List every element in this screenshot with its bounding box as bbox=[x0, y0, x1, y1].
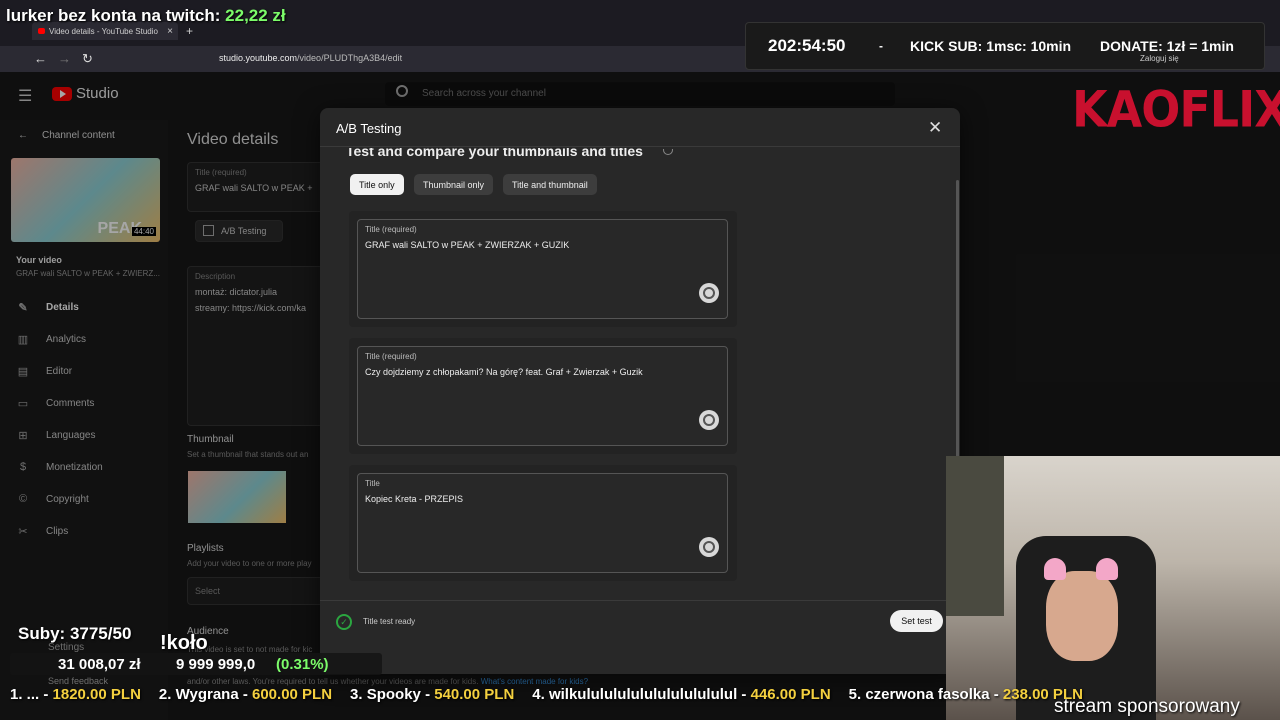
test-status: Title test ready bbox=[363, 617, 416, 626]
url-host: studio.youtube.com bbox=[219, 53, 298, 63]
subs-counter: Suby: 3775/50 bbox=[18, 624, 132, 643]
kick-sub-rate: KICK SUB: 1msc: 10min bbox=[910, 38, 1072, 54]
ticker-name: 5. czerwona fasolka - bbox=[848, 686, 1003, 703]
reload-icon[interactable]: ↻ bbox=[82, 51, 93, 67]
youtube-favicon-icon bbox=[38, 28, 45, 34]
ticker-name: 3. Spooky - bbox=[350, 686, 435, 703]
title-variant-label: Title (required) bbox=[365, 225, 417, 234]
close-dialog-icon[interactable]: ✕ bbox=[928, 118, 942, 138]
webcam-feed bbox=[946, 456, 1280, 720]
lurker-overlay: lurker bez konta na twitch: 22,22 zł bbox=[6, 6, 286, 26]
chip-title-and-thumbnail[interactable]: Title and thumbnail bbox=[503, 174, 597, 195]
streamer bbox=[1046, 571, 1118, 661]
back-arrow-icon[interactable]: ← bbox=[34, 51, 47, 66]
cat-ear-left bbox=[1044, 558, 1066, 580]
grammar-check-icon[interactable] bbox=[699, 283, 719, 303]
ticker-item: 3. Spooky - 540.00 PLN bbox=[350, 686, 514, 703]
title-variant-field[interactable] bbox=[357, 219, 728, 319]
forward-arrow-icon[interactable]: → bbox=[58, 51, 71, 66]
url-path: /video/PLUDThgA3B4/edit bbox=[297, 53, 403, 63]
ticker-name: 4. wilkulululululululululululul - bbox=[532, 686, 751, 703]
title-variant-label: Title (required) bbox=[365, 352, 417, 361]
title-variant-field[interactable] bbox=[357, 473, 728, 573]
donation-goal: 9 999 999,0 bbox=[176, 656, 256, 673]
ticker-name: 2. Wygrana - bbox=[158, 686, 252, 703]
title-variant-value: Kopiec Kreta - PRZEPIS bbox=[365, 494, 464, 504]
sign-in-link[interactable]: Zaloguj się bbox=[1140, 54, 1179, 63]
ticker-item: 1. ... - 1820.00 PLN bbox=[10, 686, 141, 703]
grammar-check-icon[interactable] bbox=[699, 537, 719, 557]
chip-title-only[interactable]: Title only bbox=[350, 174, 404, 195]
ticker-amount: 540.00 PLN bbox=[434, 686, 515, 703]
address-field[interactable]: studio.youtube.com/video/PLUDThgA3B4/edi… bbox=[219, 53, 402, 63]
ticker-item: 4. wilkulululululululululululul - 446.00… bbox=[532, 686, 830, 703]
ticker-amount: 1820.00 PLN bbox=[52, 686, 141, 703]
set-test-button[interactable]: Set test bbox=[890, 610, 943, 632]
title-variant-value: GRAF wali SALTO w PEAK + ZWIERZAK + GUZI… bbox=[365, 240, 570, 250]
title-variant-field[interactable] bbox=[357, 346, 728, 446]
donation-percent: (0.31%) bbox=[276, 656, 329, 673]
title-variant-value: Czy dojdziemy z chłopakami? Na górę? fea… bbox=[365, 367, 643, 377]
chip-thumbnail-only[interactable]: Thumbnail only bbox=[414, 174, 494, 195]
subathon-timer: 202:54:50 bbox=[768, 36, 846, 55]
lurker-amount: 22,22 zł bbox=[225, 6, 286, 25]
wall-posters bbox=[946, 456, 1004, 616]
dialog-title: A/B Testing bbox=[336, 121, 402, 136]
check-circle-icon: ✓ bbox=[336, 614, 352, 630]
cat-ear-right bbox=[1096, 558, 1118, 580]
dialog-footer-divider bbox=[320, 600, 960, 601]
new-tab-icon[interactable]: + bbox=[186, 24, 193, 38]
ticker-amount: 600.00 PLN bbox=[252, 686, 333, 703]
wheel-command: !koło bbox=[160, 632, 208, 654]
grammar-check-icon[interactable] bbox=[699, 410, 719, 430]
kaoflix-logo: KAOFLIX bbox=[1072, 79, 1280, 139]
screen: { "overlay": { "lurker_label": "lurker b… bbox=[0, 0, 1280, 720]
dialog-header-divider bbox=[320, 146, 960, 147]
sponsored-label: stream sponsorowany bbox=[1054, 696, 1240, 717]
ticker-name: 1. ... - bbox=[10, 686, 53, 703]
close-tab-icon[interactable]: × bbox=[167, 26, 173, 37]
browser-tab-title: Video details - YouTube Studio bbox=[49, 26, 158, 36]
timer-separator: - bbox=[879, 39, 883, 53]
ticker-item: 5. czerwona fasolka - 238.00 PLN bbox=[849, 686, 1083, 703]
donation-current: 31 008,07 zł bbox=[58, 656, 141, 673]
ticker-item: 2. Wygrana - 600.00 PLN bbox=[159, 686, 332, 703]
donate-rate: DONATE: 1zł = 1min bbox=[1100, 38, 1234, 54]
ticker-amount: 446.00 PLN bbox=[750, 686, 831, 703]
title-variant-label: Title bbox=[365, 479, 380, 488]
lurker-label: lurker bez konta na twitch: bbox=[6, 6, 221, 25]
